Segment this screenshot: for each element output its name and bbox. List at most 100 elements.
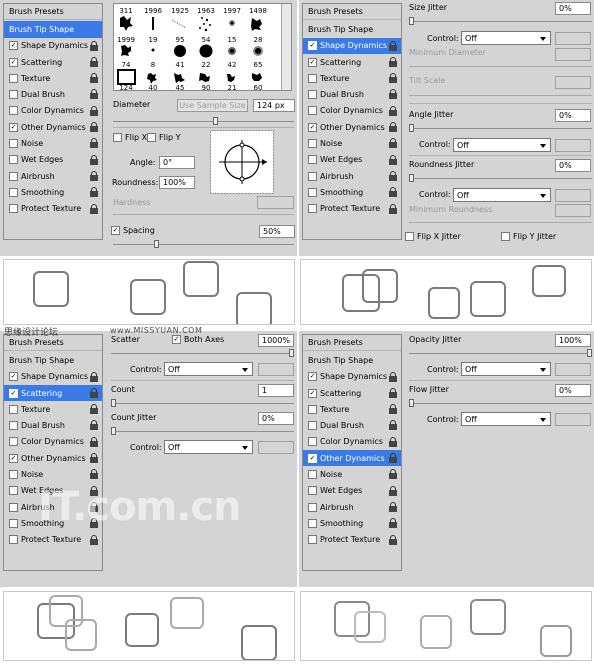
spacing-input[interactable]: 50% (259, 225, 295, 238)
lock-icon[interactable] (389, 371, 397, 382)
flip-x-checkbox[interactable]: Flip X (113, 133, 147, 142)
sidebar-item-brush-tip-shape[interactable]: Brush Tip Shape (303, 352, 401, 368)
flow-jitter-slider[interactable] (409, 399, 592, 407)
sidebar-item-wet-edges[interactable]: Wet Edges (4, 152, 102, 168)
lock-icon[interactable] (389, 387, 397, 398)
scatter-control-select[interactable]: Off (164, 362, 253, 376)
checkbox[interactable]: ✓ (308, 453, 317, 463)
lock-icon[interactable] (90, 105, 98, 116)
lock-icon[interactable] (389, 469, 397, 480)
checkbox[interactable]: ✓ (308, 41, 317, 51)
lock-icon[interactable] (389, 105, 397, 116)
angle-jitter-slider[interactable] (409, 124, 592, 132)
sidebar-item-shape-dynamics[interactable]: ✓ Shape Dynamics (4, 369, 102, 385)
sidebar-item-noise[interactable]: Noise (4, 135, 102, 151)
lock-icon[interactable] (389, 501, 397, 512)
roundness-jitter-slider[interactable] (409, 174, 592, 182)
lock-icon[interactable] (90, 73, 98, 84)
slider-thumb[interactable] (213, 117, 218, 125)
lock-icon[interactable] (90, 469, 98, 480)
sidebar-item-other-dynamics[interactable]: ✓ Other Dynamics (303, 450, 401, 467)
lock-icon[interactable] (389, 485, 397, 496)
lock-icon[interactable] (90, 387, 98, 398)
sidebar-item-dual-brush[interactable]: Dual Brush (4, 417, 102, 433)
roundness-jitter-input[interactable]: 0% (555, 159, 591, 172)
lock-icon[interactable] (90, 534, 98, 545)
count-jitter-slider[interactable] (111, 427, 294, 435)
sidebar-item-noise[interactable]: Noise (4, 466, 102, 482)
count-slider[interactable] (111, 399, 294, 407)
grid-scrollbar[interactable] (281, 4, 291, 90)
sidebar-item-texture[interactable]: Texture (303, 401, 401, 417)
checkbox[interactable]: ✓ (9, 122, 18, 132)
sidebar-item-noise[interactable]: Noise (303, 466, 401, 482)
checkbox[interactable] (308, 171, 317, 181)
sidebar-item-scattering[interactable]: ✓ Scattering (303, 385, 401, 401)
sidebar-item-brush-tip-shape[interactable]: Brush Tip Shape (303, 21, 401, 37)
sidebar-item-protect-texture[interactable]: Protect Texture (303, 532, 401, 548)
lock-icon[interactable] (90, 436, 98, 447)
lock-icon[interactable] (90, 453, 98, 464)
checkbox[interactable] (9, 73, 18, 83)
flip-y-jitter-checkbox[interactable]: Flip Y Jitter (501, 232, 556, 241)
flip-x-jitter-checkbox[interactable]: Flip X Jitter (405, 232, 461, 241)
sidebar-item-protect-texture[interactable]: Protect Texture (303, 201, 401, 217)
lock-icon[interactable] (90, 40, 98, 51)
lock-icon[interactable] (389, 40, 397, 51)
slider-thumb[interactable] (111, 427, 116, 435)
roundness-control-select[interactable]: Off (453, 188, 551, 202)
checkbox[interactable] (9, 106, 18, 116)
checkbox[interactable] (308, 470, 317, 480)
lock-icon[interactable] (90, 122, 98, 133)
checkbox[interactable] (308, 437, 317, 447)
sidebar-item-airbrush[interactable]: Airbrush (4, 168, 102, 184)
slider-thumb[interactable] (409, 124, 414, 132)
scatter-input[interactable]: 1000% (258, 334, 294, 347)
lock-icon[interactable] (389, 138, 397, 149)
lock-icon[interactable] (389, 453, 397, 464)
slider-thumb[interactable] (409, 17, 414, 25)
sidebar-item-other-dynamics[interactable]: ✓ Other Dynamics (4, 450, 102, 466)
checkbox[interactable]: ✓ (9, 453, 18, 463)
sidebar-item-texture[interactable]: Texture (4, 401, 102, 417)
checkbox[interactable]: ✓ (308, 372, 317, 382)
checkbox[interactable]: ✓ (308, 57, 317, 67)
lock-icon[interactable] (389, 420, 397, 431)
slider-thumb[interactable] (154, 240, 159, 248)
slider-thumb[interactable] (587, 349, 592, 357)
use-sample-size-button[interactable]: Use Sample Size (177, 99, 248, 112)
lock-icon[interactable] (389, 187, 397, 198)
lock-icon[interactable] (90, 187, 98, 198)
checkbox[interactable] (308, 139, 317, 149)
sidebar-item-texture[interactable]: Texture (303, 70, 401, 86)
sidebar-item-wet-edges[interactable]: Wet Edges (303, 483, 401, 499)
sidebar-item-smoothing[interactable]: Smoothing (4, 184, 102, 200)
angle-roundness-preview[interactable] (210, 130, 274, 194)
spacing-checkbox[interactable]: ✓ Spacing (111, 226, 155, 235)
sidebar-item-wet-edges[interactable]: Wet Edges (303, 152, 401, 168)
checkbox[interactable] (9, 470, 18, 480)
checkbox[interactable] (308, 106, 317, 116)
lock-icon[interactable] (389, 518, 397, 529)
checkbox[interactable] (9, 421, 18, 431)
lock-icon[interactable] (389, 154, 397, 165)
sidebar-item-brush-presets[interactable]: Brush Presets (303, 4, 401, 21)
sidebar-item-color-dynamics[interactable]: Color Dynamics (303, 103, 401, 119)
count-input[interactable]: 1 (258, 384, 294, 397)
count-jitter-input[interactable]: 0% (258, 412, 294, 425)
sidebar-item-smoothing[interactable]: Smoothing (303, 184, 401, 200)
slider-thumb[interactable] (111, 399, 116, 407)
sidebar-item-scattering[interactable]: ✓ Scattering (303, 54, 401, 70)
opacity-jitter-slider[interactable] (409, 349, 592, 357)
flow-jitter-input[interactable]: 0% (555, 384, 591, 397)
brush-tip-grid[interactable]: 311 1996 1925 1963 1997 1498 1999 19 95 … (113, 3, 292, 92)
checkbox[interactable]: ✓ (9, 57, 18, 67)
checkbox[interactable] (9, 139, 18, 149)
lock-icon[interactable] (389, 170, 397, 181)
angle-input[interactable]: 0° (159, 156, 195, 169)
checkbox[interactable]: ✓ (9, 41, 18, 51)
lock-icon[interactable] (389, 436, 397, 447)
sidebar-item-brush-tip-shape[interactable]: Brush Tip Shape (4, 21, 102, 38)
flip-y-checkbox[interactable]: Flip Y (147, 133, 181, 142)
checkbox[interactable] (9, 404, 18, 414)
